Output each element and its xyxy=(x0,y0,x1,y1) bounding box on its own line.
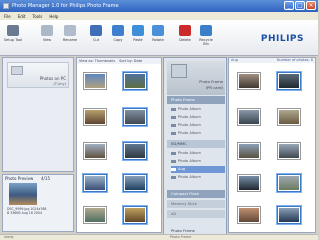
album-item[interactable]: Photo Album xyxy=(171,114,225,121)
photo-thumbnail[interactable] xyxy=(123,174,147,192)
section-card[interactable]: ED/MMC xyxy=(167,140,225,148)
photo-thumbnail[interactable] xyxy=(83,206,107,224)
delete-icon xyxy=(179,25,191,36)
rename-button[interactable]: Rename xyxy=(60,25,80,42)
album-item[interactable]: Photo Album xyxy=(171,174,225,181)
album-item[interactable]: Photo Album xyxy=(171,122,225,129)
menu-edit[interactable]: Edit xyxy=(18,14,26,19)
album-icon xyxy=(171,167,176,171)
setup-tool-button[interactable]: Setup Tool xyxy=(3,25,23,42)
rotate-icon xyxy=(152,25,164,36)
preview-label: Photo Preview xyxy=(5,176,34,181)
sort-by-select[interactable]: Sort by: Date xyxy=(119,59,142,63)
photo-thumbnail[interactable] xyxy=(123,72,147,90)
album-icon xyxy=(171,115,176,119)
album-item[interactable]: Photo Album xyxy=(171,130,225,137)
setup-icon xyxy=(7,25,19,36)
album-icon xyxy=(171,159,176,163)
frame-photo-thumbnail[interactable] xyxy=(277,108,301,126)
frame-photo-grid: Aug Number of photos: 8 xyxy=(228,57,316,233)
album-item[interactable]: Photo Album xyxy=(171,106,225,113)
frame-photo-thumbnail[interactable] xyxy=(237,72,261,90)
window-title: Photo Manager 1.0 for Philips Photo Fram… xyxy=(12,3,119,9)
title-bar: Photo Manager 1.0 for Philips Photo Fram… xyxy=(0,0,318,12)
album-icon xyxy=(171,123,176,127)
frame-header: Photo Frame (PR card) xyxy=(167,61,225,95)
album-icon xyxy=(171,151,176,155)
section-photo-frame[interactable]: Photo Frame xyxy=(167,96,225,104)
right-header: Aug Number of photos: 8 xyxy=(229,58,315,63)
pc-folder-panel: Photos on PC (T:\my) xyxy=(2,57,74,172)
menu-file[interactable]: File xyxy=(4,14,11,19)
view-as-select[interactable]: View as: Thumbnails xyxy=(79,59,115,63)
menu-bar: File Edit Tools Help xyxy=(0,12,318,20)
menu-help[interactable]: Help xyxy=(49,14,58,19)
photo-thumbnail[interactable] xyxy=(123,108,147,126)
frame-photo-thumbnail[interactable] xyxy=(237,108,261,126)
status-bar: ready Photo Frame xyxy=(0,234,318,240)
cut-icon xyxy=(90,25,102,36)
preview-image xyxy=(9,183,37,205)
frame-photo-thumbnail[interactable] xyxy=(277,206,301,224)
photo-thumbnail[interactable] xyxy=(83,142,107,160)
photo-thumbnail[interactable] xyxy=(123,142,147,160)
preview-counter: 4/15 xyxy=(41,176,50,181)
frame-photo-thumbnail[interactable] xyxy=(237,142,261,160)
album-icon xyxy=(171,175,176,179)
view-icon xyxy=(41,25,53,36)
view-button[interactable]: View xyxy=(37,25,57,42)
pc-photo-grid: View as: Thumbnails Sort by: Date xyxy=(76,57,162,233)
album-item[interactable]: Photo Album xyxy=(171,158,225,165)
photo-thumbnail[interactable] xyxy=(83,72,107,90)
album-icon xyxy=(171,131,176,135)
pc-path: (T:\my) xyxy=(53,82,66,86)
toolbar: Setup Tool View Rename Cut Copy Paste Ro… xyxy=(0,20,318,56)
album-label: Aug xyxy=(231,58,238,62)
app-icon xyxy=(3,3,9,9)
frame-photo-thumbnail[interactable] xyxy=(277,72,301,90)
cut-button[interactable]: Cut xyxy=(86,25,106,42)
frame-title: Photo Frame xyxy=(199,79,223,84)
frame-photo-thumbnail[interactable] xyxy=(277,142,301,160)
pc-label: Photos on PC xyxy=(39,76,66,81)
section-memory-stick[interactable]: Memory Stick xyxy=(167,200,225,208)
section-compact-flash[interactable]: Compact Flash xyxy=(167,190,225,198)
copy-icon xyxy=(112,25,124,36)
recycle-bin-icon xyxy=(200,25,212,36)
album-item-selected[interactable]: Aug xyxy=(171,166,225,173)
photo-frame-panel: Photo Frame (PR card) Photo Frame Photo … xyxy=(163,57,227,237)
recycle-bin-button[interactable]: Recycle Bin xyxy=(196,25,216,46)
copy-button[interactable]: Copy xyxy=(108,25,128,42)
photo-thumbnail[interactable] xyxy=(83,108,107,126)
status-center: Photo Frame xyxy=(170,235,192,239)
section-xd[interactable]: xD xyxy=(167,210,225,218)
frame-photo-thumbnail[interactable] xyxy=(237,174,261,192)
album-icon xyxy=(171,107,176,111)
paste-icon xyxy=(132,25,144,36)
photo-thumbnail[interactable] xyxy=(83,174,107,192)
pc-header: Photos on PC (T:\my) xyxy=(7,62,69,88)
rotate-button[interactable]: Rotate xyxy=(148,25,168,42)
photo-count: Number of photos: 8 xyxy=(276,58,313,62)
minimize-button[interactable]: _ xyxy=(284,1,294,10)
photo-preview-panel: Photo Preview 4/15 DSC_9999.jpg 1024x768… xyxy=(2,174,74,232)
frame-path: (PR card) xyxy=(205,85,223,90)
album-item[interactable]: Photo Album xyxy=(171,150,225,157)
frame-photo-thumbnail[interactable] xyxy=(237,206,261,224)
computer-icon xyxy=(11,66,23,75)
rename-icon xyxy=(64,25,76,36)
delete-button[interactable]: Delete xyxy=(175,25,195,42)
preview-caption: DSC_9999.jpg 1024x768 B 336KB Aug 16 200… xyxy=(7,207,47,215)
photo-frame-icon xyxy=(171,64,187,78)
status-left: ready xyxy=(4,235,14,239)
philips-logo: PHILIPS xyxy=(260,34,304,44)
close-button[interactable]: × xyxy=(306,1,316,10)
paste-button[interactable]: Paste xyxy=(128,25,148,42)
frame-photo-thumbnail[interactable] xyxy=(277,174,301,192)
photo-thumbnail[interactable] xyxy=(123,206,147,224)
grid-toolbar: View as: Thumbnails Sort by: Date xyxy=(77,58,161,64)
menu-tools[interactable]: Tools xyxy=(32,14,42,19)
maximize-button[interactable]: □ xyxy=(295,1,305,10)
